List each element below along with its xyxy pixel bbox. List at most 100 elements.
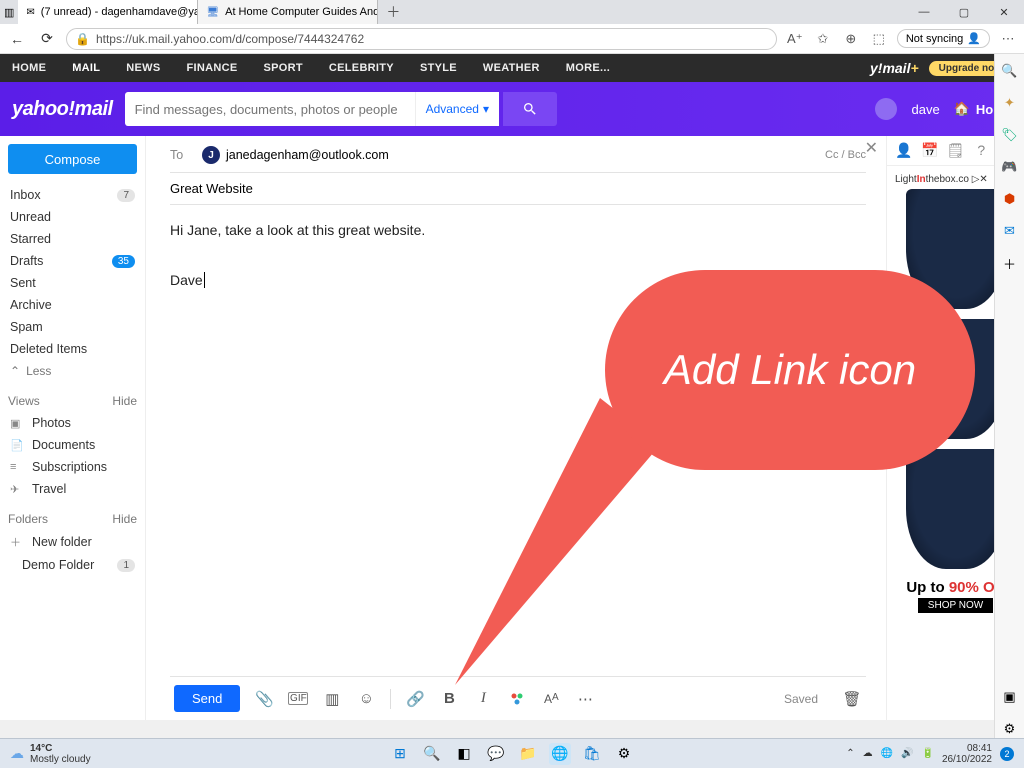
back-button[interactable]: ← bbox=[6, 28, 28, 50]
search-input[interactable] bbox=[125, 92, 415, 126]
view-travel[interactable]: ✈Travel bbox=[8, 478, 137, 500]
nav-news[interactable]: NEWS bbox=[126, 62, 160, 74]
edge-settings-icon[interactable]: ⚙ bbox=[1001, 720, 1019, 738]
taskview-icon[interactable]: ◧ bbox=[453, 743, 475, 765]
views-hide[interactable]: Hide bbox=[112, 394, 137, 408]
ad-shop-button[interactable]: SHOP NOW bbox=[918, 598, 993, 613]
yahoo-mail-logo[interactable]: yahoo!mail bbox=[12, 98, 113, 121]
view-photos[interactable]: ▣Photos bbox=[8, 412, 137, 434]
folder-unread[interactable]: Unread bbox=[8, 206, 137, 228]
link-icon[interactable]: 🔗 bbox=[405, 690, 425, 708]
sync-button[interactable]: Not syncing 👤 bbox=[897, 29, 990, 48]
edge-shopping-icon[interactable]: ✦ bbox=[1001, 94, 1019, 112]
nav-sport[interactable]: SPORT bbox=[264, 62, 303, 74]
emoji-icon[interactable]: ☺ bbox=[356, 690, 376, 707]
folder-spam[interactable]: Spam bbox=[8, 316, 137, 338]
edge-plus-icon[interactable]: ＋ bbox=[1001, 254, 1019, 272]
recipient-chip[interactable]: J janedagenham@outlook.com bbox=[202, 146, 389, 164]
volume-icon[interactable]: 🔊 bbox=[901, 748, 913, 759]
view-subscriptions[interactable]: ≡Subscriptions bbox=[8, 456, 137, 478]
advanced-search[interactable]: Advanced ▾ bbox=[415, 92, 499, 126]
taskbar-search-icon[interactable]: 🔍 bbox=[421, 743, 443, 765]
new-folder-button[interactable]: ＋New folder bbox=[8, 530, 137, 554]
tab-actions-button[interactable]: ▥ bbox=[4, 6, 14, 19]
less-toggle[interactable]: ⌃Less bbox=[8, 360, 137, 382]
send-button[interactable]: Send bbox=[174, 685, 240, 712]
weather-widget[interactable]: ☁ 14°C Mostly cloudy bbox=[10, 743, 91, 765]
view-documents[interactable]: 📄Documents bbox=[8, 434, 137, 456]
nav-finance[interactable]: FINANCE bbox=[187, 62, 238, 74]
new-tab-button[interactable]: ＋ bbox=[378, 2, 408, 22]
folder-demo[interactable]: Demo Folder1 bbox=[8, 554, 137, 576]
folder-drafts[interactable]: Drafts35 bbox=[8, 250, 137, 272]
maximize-button[interactable]: ▢ bbox=[944, 0, 984, 24]
minimize-button[interactable]: — bbox=[904, 0, 944, 24]
italic-icon[interactable]: I bbox=[473, 690, 493, 707]
address-bar[interactable]: 🔒 https://uk.mail.yahoo.com/d/compose/74… bbox=[66, 28, 777, 50]
nav-more[interactable]: MORE... bbox=[566, 62, 610, 74]
folder-inbox[interactable]: Inbox7 bbox=[8, 184, 137, 206]
extensions-icon[interactable]: ⬚ bbox=[869, 29, 889, 49]
notepad-icon[interactable]: 🗒 bbox=[946, 142, 964, 159]
bold-icon[interactable]: B bbox=[439, 690, 459, 707]
browser-tab-active[interactable]: ✉ (7 unread) - dagenhamdave@ya ✕ bbox=[18, 0, 198, 24]
gif-icon[interactable]: GIF bbox=[288, 692, 308, 705]
plus-icon: ＋ bbox=[10, 534, 24, 550]
edge-games-icon[interactable]: 🎮 bbox=[1001, 158, 1019, 176]
start-button[interactable]: ⊞ bbox=[389, 743, 411, 765]
folder-starred[interactable]: Starred bbox=[8, 228, 137, 250]
compose-button[interactable]: Compose bbox=[8, 144, 137, 174]
subject-field[interactable]: Great Website bbox=[170, 173, 866, 205]
cc-bcc-toggle[interactable]: Cc / Bcc bbox=[825, 149, 866, 161]
font-size-icon[interactable]: AA bbox=[541, 692, 561, 706]
read-aloud-icon[interactable]: A⁺ bbox=[785, 29, 805, 49]
close-compose-icon[interactable]: ✕ bbox=[865, 138, 878, 158]
contacts-icon[interactable]: 👤 bbox=[895, 142, 913, 159]
nav-mail[interactable]: MAIL bbox=[72, 62, 100, 74]
browser-tab[interactable]: 🖥 At Home Computer Guides And ✕ bbox=[198, 0, 378, 24]
system-tray[interactable]: ⌃ ☁ 🌐 🔊 🔋 08:41 26/10/2022 2 bbox=[846, 743, 1014, 765]
folder-deleted[interactable]: Deleted Items bbox=[8, 338, 137, 360]
nav-weather[interactable]: WEATHER bbox=[483, 62, 540, 74]
nav-celebrity[interactable]: CELEBRITY bbox=[329, 62, 394, 74]
message-body[interactable]: Hi Jane, take a look at this great websi… bbox=[170, 205, 866, 676]
folder-sent[interactable]: Sent bbox=[8, 272, 137, 294]
folder-archive[interactable]: Archive bbox=[8, 294, 137, 316]
battery-icon[interactable]: 🔋 bbox=[921, 748, 933, 759]
avatar[interactable] bbox=[875, 98, 897, 120]
tray-chevron-icon[interactable]: ⌃ bbox=[846, 748, 854, 759]
text-color-icon[interactable] bbox=[507, 692, 527, 706]
attach-icon[interactable]: 📎 bbox=[254, 690, 274, 708]
clock[interactable]: 08:41 26/10/2022 bbox=[942, 743, 992, 765]
nav-style[interactable]: STYLE bbox=[420, 62, 457, 74]
calendar-icon[interactable]: 📅 bbox=[921, 142, 939, 159]
settings-app-icon[interactable]: ⚙ bbox=[613, 743, 635, 765]
favorite-icon[interactable]: ✩ bbox=[813, 29, 833, 49]
edge-office-icon[interactable]: ⬢ bbox=[1001, 190, 1019, 208]
more-formatting-icon[interactable]: ⋯ bbox=[575, 690, 595, 708]
search-button[interactable] bbox=[503, 92, 557, 126]
edge-icon[interactable]: 🌐 bbox=[549, 743, 571, 765]
menu-icon[interactable]: ⋯ bbox=[998, 29, 1018, 49]
onedrive-icon[interactable]: ☁ bbox=[863, 748, 873, 759]
notifications-icon[interactable]: 2 bbox=[1000, 747, 1014, 761]
username[interactable]: dave bbox=[911, 102, 939, 117]
store-icon[interactable]: 🛍 bbox=[581, 743, 603, 765]
edge-search-icon[interactable]: 🔍 bbox=[1001, 62, 1019, 80]
edge-tools-icon[interactable]: 🏷 bbox=[1001, 126, 1019, 144]
stationery-icon[interactable]: ▥ bbox=[322, 690, 342, 708]
edge-hide-icon[interactable]: ▣ bbox=[1001, 688, 1019, 706]
nav-home[interactable]: HOME bbox=[12, 62, 46, 74]
refresh-button[interactable]: ⟳ bbox=[36, 28, 58, 50]
help-icon[interactable]: ? bbox=[972, 142, 990, 159]
close-window-button[interactable]: ✕ bbox=[984, 0, 1024, 24]
delete-draft-icon[interactable]: 🗑 bbox=[842, 690, 862, 708]
chat-icon[interactable]: 💬 bbox=[485, 743, 507, 765]
network-icon[interactable]: 🌐 bbox=[881, 748, 893, 759]
edge-outlook-icon[interactable]: ✉ bbox=[1001, 222, 1019, 240]
explorer-icon[interactable]: 📁 bbox=[517, 743, 539, 765]
collections-icon[interactable]: ⊕ bbox=[841, 29, 861, 49]
folders-hide[interactable]: Hide bbox=[112, 512, 137, 526]
ad-brand: LightInthebox.co ▷✕ bbox=[895, 174, 988, 185]
ad-product-image bbox=[906, 449, 1006, 569]
